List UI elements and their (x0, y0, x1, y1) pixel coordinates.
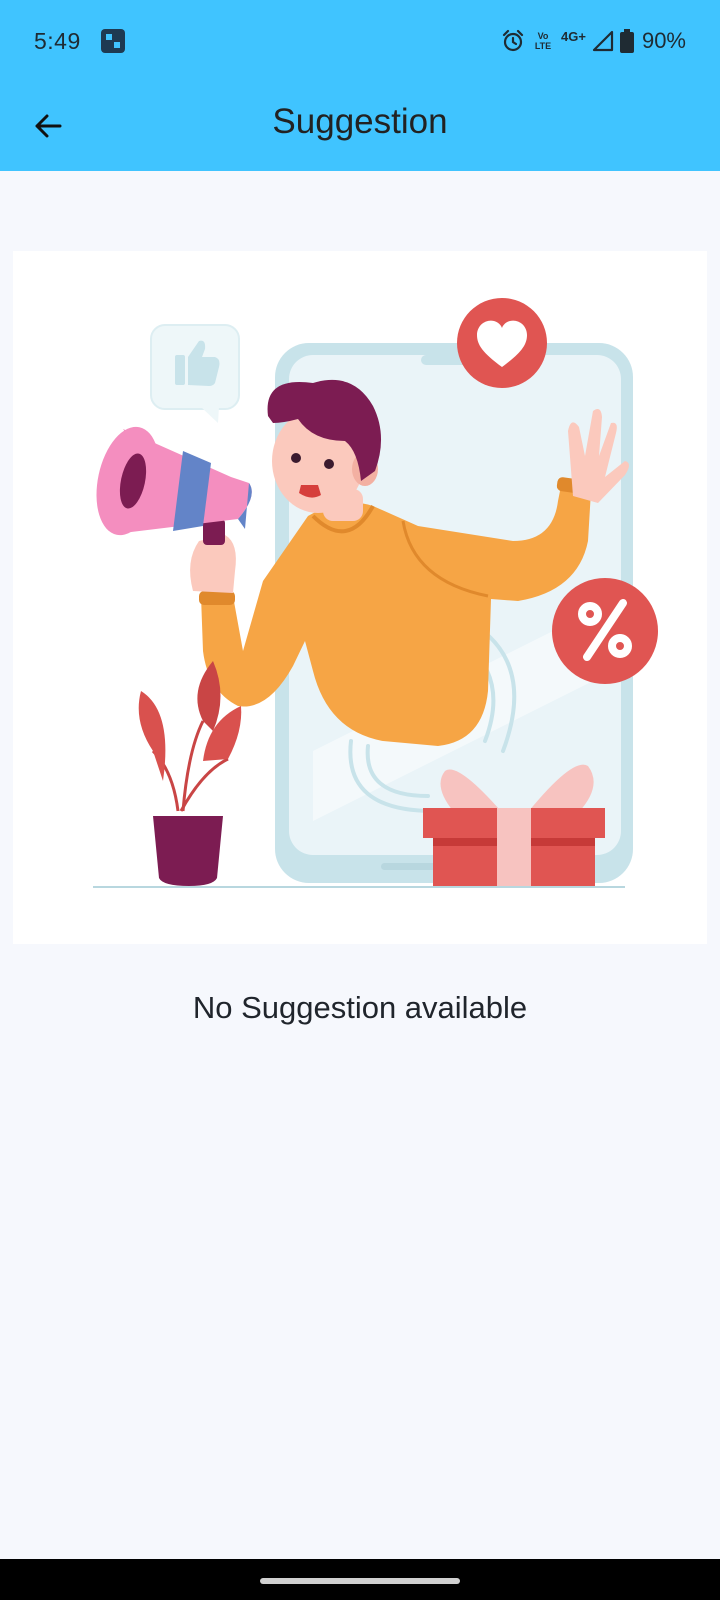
alarm-icon (502, 29, 524, 52)
thumbs-up-bubble (150, 324, 240, 423)
battery-icon (619, 29, 634, 53)
page-title: Suggestion (272, 102, 448, 141)
empty-state-message: No Suggestion available (192, 990, 528, 1025)
empty-state-illustration (13, 251, 707, 944)
network-type: 4G+ (561, 28, 586, 44)
discount-bubble (552, 578, 658, 684)
toolbar: Suggestion (0, 86, 720, 171)
status-bar: 5:49 Vo LTE 4G+ 90% (0, 0, 720, 86)
system-nav-bar (0, 1559, 720, 1600)
status-time: 5:49 (34, 28, 81, 54)
home-gesture-bar[interactable] (260, 1578, 460, 1584)
volte-indicator: Vo LTE (534, 31, 552, 51)
status-icons: Vo LTE 4G+ 90% (501, 26, 686, 56)
promotion-illustration (93, 298, 658, 888)
app-notification-icon (101, 29, 125, 53)
signal-icon (592, 30, 614, 52)
app-header: 5:49 Vo LTE 4G+ 90% Suggestion (0, 0, 720, 171)
heart-bubble (457, 298, 547, 388)
megaphone-graphic (96, 426, 252, 545)
battery-percent: 90% (641, 28, 686, 53)
